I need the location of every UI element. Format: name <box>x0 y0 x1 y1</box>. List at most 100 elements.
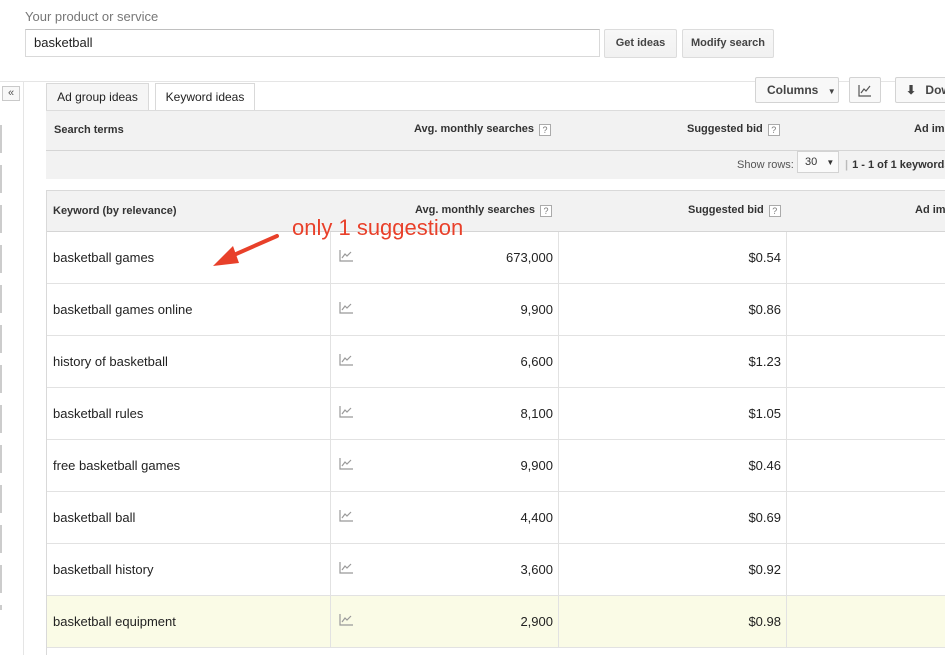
column-divider <box>330 388 331 440</box>
trend-chart-icon[interactable] <box>338 457 354 471</box>
keyword-table-header: Keyword (by relevance) Avg. monthly sear… <box>47 190 945 232</box>
keyword-cell: basketball ball <box>53 510 136 525</box>
table-row[interactable]: basketball rules 8,100 $1.05 <box>47 388 945 440</box>
column-divider <box>558 544 559 596</box>
rows-per-page-select[interactable]: 30 ▼ <box>797 151 839 173</box>
search-terms-header: Search terms Avg. monthly searches? Sugg… <box>46 110 945 151</box>
annotation-text: only 1 suggestion <box>292 215 464 240</box>
tab-ad-group-ideas[interactable]: Ad group ideas <box>46 83 149 110</box>
suggested-bid-cell: $1.23 <box>748 354 781 369</box>
table-row[interactable]: basketball equipment 2,900 $0.98 <box>47 596 945 648</box>
header-ad-impr[interactable]: Ad im <box>914 123 945 135</box>
annotation-arrow <box>213 234 279 266</box>
column-divider <box>558 336 559 388</box>
get-ideas-button[interactable]: Get ideas <box>604 29 677 58</box>
download-button[interactable]: ⬇ Dow <box>895 77 945 103</box>
column-divider <box>330 284 331 336</box>
download-label: Dow <box>925 83 945 97</box>
column-divider <box>786 440 787 492</box>
table-row[interactable]: free basketball games 9,900 $0.46 <box>47 440 945 492</box>
column-divider <box>558 232 559 284</box>
avg-monthly-cell: 673,000 <box>506 250 553 265</box>
column-divider <box>558 388 559 440</box>
column-divider <box>786 336 787 388</box>
keyword-cell: basketball equipment <box>53 614 176 629</box>
trend-chart-icon[interactable] <box>338 405 354 419</box>
avg-monthly-cell: 2,900 <box>520 614 553 629</box>
column-divider <box>786 492 787 544</box>
column-divider <box>558 284 559 336</box>
keyword-cell: basketball rules <box>53 406 144 421</box>
header-ad-impr[interactable]: Ad im <box>915 204 945 216</box>
column-divider <box>330 544 331 596</box>
caret-down-icon: ▼ <box>826 158 835 167</box>
header-avg-monthly-label: Avg. monthly searches <box>414 123 535 135</box>
column-divider <box>330 336 331 388</box>
sidebar-border <box>23 81 24 655</box>
suggested-bid-cell: $1.05 <box>748 406 781 421</box>
column-divider <box>330 596 331 648</box>
column-divider <box>786 544 787 596</box>
help-icon[interactable]: ? <box>539 124 552 136</box>
columns-label: Columns <box>767 83 819 97</box>
table-row[interactable]: basketball games online 9,900 $0.86 <box>47 284 945 336</box>
suggested-bid-cell: $0.98 <box>748 614 781 629</box>
product-search-input[interactable]: basketball <box>25 29 600 57</box>
column-divider <box>558 596 559 648</box>
keyword-cell: basketball games <box>53 250 155 265</box>
table-row[interactable]: basketball games 673,000 $0.54 <box>47 232 945 284</box>
collapse-sidebar-icon[interactable]: « <box>2 86 20 101</box>
avg-monthly-cell: 9,900 <box>520 302 553 317</box>
avg-monthly-cell: 4,400 <box>520 510 553 525</box>
keyword-cell: basketball games online <box>53 302 193 317</box>
trend-chart-icon[interactable] <box>338 249 354 263</box>
suggested-bid-cell: $0.86 <box>748 302 781 317</box>
help-icon[interactable]: ? <box>767 124 780 136</box>
table-row[interactable]: basketball history 3,600 $0.92 <box>47 544 945 596</box>
column-divider <box>330 492 331 544</box>
column-divider <box>786 388 787 440</box>
keyword-cell: free basketball games <box>53 458 181 473</box>
avg-monthly-cell: 6,600 <box>520 354 553 369</box>
help-icon[interactable]: ? <box>540 205 553 217</box>
keyword-cell: history of basketball <box>53 354 168 369</box>
line-chart-icon <box>858 85 871 97</box>
help-icon[interactable]: ? <box>768 205 781 217</box>
caret-down-icon: ▼ <box>827 87 836 96</box>
trend-chart-icon[interactable] <box>338 561 354 575</box>
tab-keyword-ideas[interactable]: Keyword ideas <box>155 83 255 111</box>
modify-search-button[interactable]: Modify search <box>682 29 774 58</box>
keyword-cell: basketball history <box>53 562 154 577</box>
header-suggested-bid[interactable]: Suggested bid? <box>688 204 781 217</box>
avg-monthly-cell: 8,100 <box>520 406 553 421</box>
columns-button[interactable]: Columns ▼ <box>755 77 839 103</box>
header-keyword[interactable]: Keyword (by relevance) <box>53 205 177 217</box>
trend-chart-icon[interactable] <box>338 613 354 627</box>
column-divider <box>786 232 787 284</box>
trend-chart-icon[interactable] <box>338 509 354 523</box>
avg-monthly-cell: 9,900 <box>520 458 553 473</box>
header-search-terms[interactable]: Search terms <box>54 124 124 136</box>
trend-chart-icon[interactable] <box>338 353 354 367</box>
column-divider <box>558 492 559 544</box>
rows-per-page-value: 30 <box>805 156 818 168</box>
header-avg-monthly[interactable]: Avg. monthly searches? <box>414 123 552 136</box>
trend-chart-icon[interactable] <box>338 301 354 315</box>
header-suggested-bid[interactable]: Suggested bid? <box>687 123 780 136</box>
table-row[interactable]: history of basketball 6,600 $1.23 <box>47 336 945 388</box>
column-divider <box>786 284 787 336</box>
suggested-bid-cell: $0.92 <box>748 562 781 577</box>
suggested-bid-cell: $0.54 <box>748 250 781 265</box>
sidebar-rail <box>0 125 2 610</box>
pagination-count: | 1 - 1 of 1 keywords <box>845 159 945 171</box>
pagination-separator: | <box>845 159 849 171</box>
table-row[interactable]: basketball ball 4,400 $0.69 <box>47 492 945 544</box>
product-label: Your product or service <box>25 9 159 24</box>
column-divider <box>330 440 331 492</box>
keyword-table: Keyword (by relevance) Avg. monthly sear… <box>46 190 945 655</box>
header-suggested-bid-label: Suggested bid <box>687 123 763 135</box>
pagination-bar: Show rows: 30 ▼ | 1 - 1 of 1 keywords <box>46 151 945 179</box>
chart-button[interactable] <box>849 77 881 103</box>
download-icon: ⬇ <box>906 83 917 97</box>
column-divider <box>786 596 787 648</box>
